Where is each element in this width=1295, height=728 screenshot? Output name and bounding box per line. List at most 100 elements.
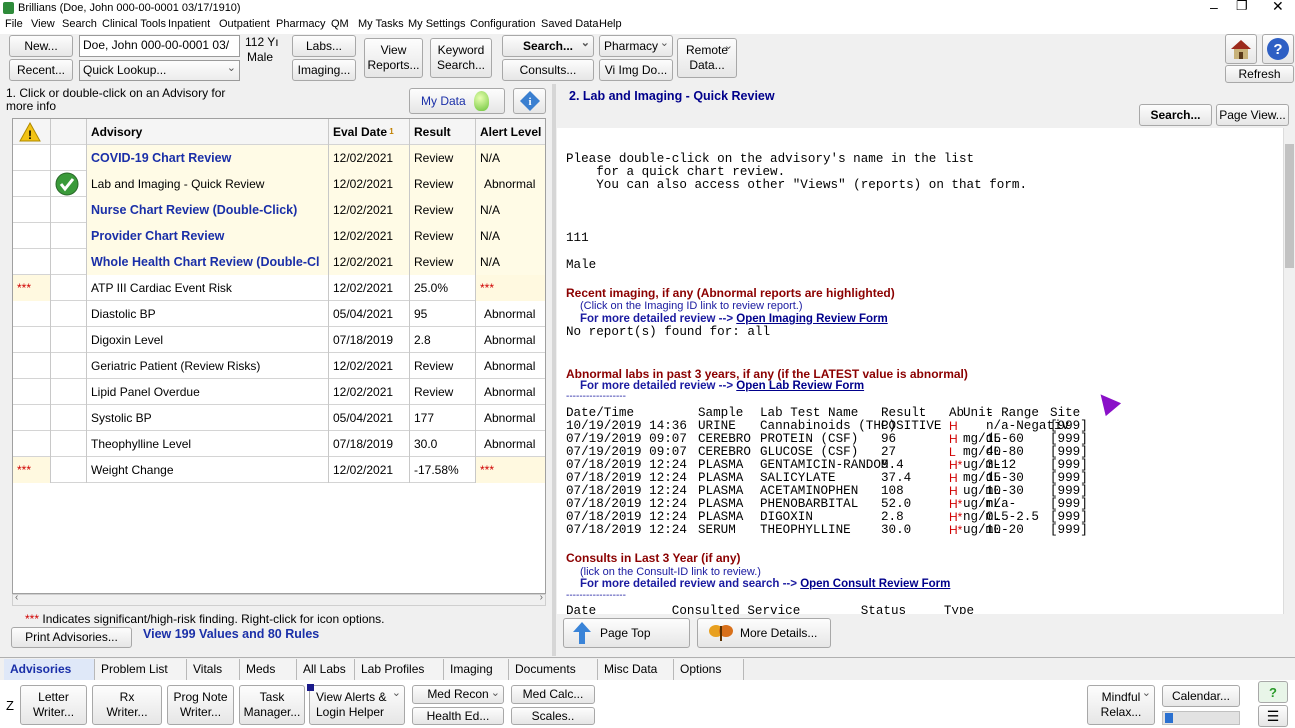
menu-view[interactable]: View — [31, 18, 55, 30]
scroll-left-icon[interactable]: ‹ — [15, 592, 18, 603]
scales-button[interactable]: Scales.. — [511, 707, 595, 725]
vertical-scrollbar[interactable] — [1283, 128, 1295, 614]
header-advisory[interactable]: Advisory — [87, 119, 329, 145]
green-help-icon[interactable]: ? — [1258, 681, 1288, 703]
more-details-button[interactable]: More Details... — [697, 618, 831, 648]
row-advisory-name[interactable]: Geriatric Patient (Review Risks) — [87, 353, 329, 379]
menu-my-settings[interactable]: My Settings — [408, 18, 465, 30]
list-menu-icon[interactable]: ☰ — [1258, 705, 1288, 727]
advisory-row[interactable]: Lab and Imaging - Quick Review 12/02/2021… — [13, 171, 545, 197]
menu-saved-data[interactable]: Saved Data — [541, 18, 598, 30]
header-result[interactable]: Result — [410, 119, 476, 145]
remote-data-button[interactable]: Remote Data... — [677, 38, 737, 78]
menu-search[interactable]: Search — [62, 18, 97, 30]
advisory-row[interactable]: Whole Health Chart Review (Double-Cl 12/0… — [13, 249, 545, 275]
slider-thumb[interactable] — [1165, 713, 1173, 723]
view-values-link[interactable]: View 199 Values and 80 Rules — [143, 627, 319, 641]
labs-button[interactable]: Labs... — [292, 35, 356, 57]
menu-qm[interactable]: QM — [331, 18, 349, 30]
pharmacy-dropdown[interactable]: Pharmacy — [599, 35, 673, 57]
recent-button[interactable]: Recent... — [9, 59, 73, 81]
row-advisory-name[interactable]: Whole Health Chart Review (Double-Cl — [87, 249, 329, 275]
open-imaging-review-link[interactable]: Open Imaging Review Form — [736, 313, 887, 325]
tab-meds[interactable]: Meds — [240, 659, 297, 680]
row-advisory-name[interactable]: COVID-19 Chart Review — [87, 145, 329, 171]
consults-button[interactable]: Consults... — [502, 59, 594, 81]
menu-outpatient[interactable]: Outpatient — [219, 18, 270, 30]
advisory-row[interactable]: Provider Chart Review 12/02/2021 Review N/A — [13, 223, 545, 249]
tab-vitals[interactable]: Vitals — [187, 659, 240, 680]
advisory-row[interactable]: Geriatric Patient (Review Risks) 12/02/20… — [13, 353, 545, 379]
horizontal-scrollbar[interactable]: ‹ › — [12, 592, 546, 606]
advisory-row[interactable]: *** Weight Change 12/02/2021 -17.58% *** — [13, 457, 545, 483]
open-consult-review-link[interactable]: Open Consult Review Form — [800, 578, 950, 590]
menu-help[interactable]: Help — [599, 18, 622, 30]
rx-writer-button[interactable]: Rx Writer... — [92, 685, 162, 725]
keyword-search-button[interactable]: Keyword Search... — [430, 38, 492, 78]
scrollbar-thumb[interactable] — [1285, 144, 1294, 268]
row-advisory-name[interactable]: Weight Change — [87, 457, 329, 483]
row-advisory-name[interactable]: Lab and Imaging - Quick Review — [87, 171, 329, 197]
row-advisory-name[interactable]: Digoxin Level — [87, 327, 329, 353]
row-advisory-name[interactable]: ATP III Cardiac Event Risk — [87, 275, 329, 301]
letter-writer-button[interactable]: Letter Writer... — [20, 685, 87, 725]
menu-inpatient[interactable]: Inpatient — [168, 18, 210, 30]
calendar-button[interactable]: Calendar... — [1162, 685, 1240, 707]
med-recon-dropdown[interactable]: Med Recon — [412, 685, 504, 704]
health-ed-button[interactable]: Health Ed... — [412, 707, 504, 725]
quick-lookup-dropdown[interactable]: Quick Lookup... — [79, 60, 240, 81]
med-calc-button[interactable]: Med Calc... — [511, 685, 595, 704]
view-reports-button[interactable]: View Reports... — [364, 38, 423, 78]
menu-clinical-tools[interactable]: Clinical Tools — [102, 18, 166, 30]
tab-problem-list[interactable]: Problem List — [95, 659, 187, 680]
help-icon[interactable]: ? — [1262, 34, 1294, 64]
refresh-button[interactable]: Refresh — [1225, 65, 1294, 83]
task-manager-button[interactable]: Task Manager... — [239, 685, 305, 725]
row-advisory-name[interactable]: Nurse Chart Review (Double-Click) — [87, 197, 329, 223]
advisory-row[interactable]: Diastolic BP 05/04/2021 95 Abnormal — [13, 301, 545, 327]
advisory-row[interactable]: Lipid Panel Overdue 12/02/2021 Review Abnor… — [13, 379, 545, 405]
new-button[interactable]: New... — [9, 35, 73, 57]
page-top-button[interactable]: Page Top — [563, 618, 690, 648]
tab-all-labs[interactable]: All Labs — [297, 659, 355, 680]
tab-imaging[interactable]: Imaging — [444, 659, 509, 680]
tab-options[interactable]: Options — [674, 659, 744, 680]
advisory-row[interactable]: *** ATP III Cardiac Event Risk 12/02/2021 2… — [13, 275, 545, 301]
print-advisories-button[interactable]: Print Advisories... — [11, 627, 132, 648]
header-eval-date[interactable]: Eval Date 1 — [329, 119, 410, 145]
volume-slider[interactable] — [1162, 711, 1240, 725]
scroll-right-icon[interactable]: › — [540, 592, 543, 603]
minimize-icon[interactable]: – — [1210, 0, 1218, 15]
prog-note-writer-button[interactable]: Prog Note Writer... — [167, 685, 234, 725]
home-icon[interactable] — [1225, 34, 1257, 64]
open-lab-review-link[interactable]: Open Lab Review Form — [736, 380, 864, 392]
row-advisory-name[interactable]: Provider Chart Review — [87, 223, 329, 249]
advisory-row[interactable]: Theophylline Level 07/18/2019 30.0 Abnormal — [13, 431, 545, 457]
menu-configuration[interactable]: Configuration — [470, 18, 535, 30]
menu-pharmacy[interactable]: Pharmacy — [276, 18, 326, 30]
close-icon[interactable]: ✕ — [1272, 0, 1284, 15]
advisory-row[interactable]: Nurse Chart Review (Double-Click) 12/02/2… — [13, 197, 545, 223]
view-alerts-button[interactable]: View Alerts & Login Helper — [309, 685, 405, 725]
row-advisory-name[interactable]: Diastolic BP — [87, 301, 329, 327]
search-dropdown[interactable]: Search... — [502, 35, 594, 57]
row-advisory-name[interactable]: Systolic BP — [87, 405, 329, 431]
my-data-button[interactable]: My Data — [409, 88, 505, 114]
row-advisory-name[interactable]: Lipid Panel Overdue — [87, 379, 329, 405]
vi-img-button[interactable]: Vi Img Do... — [599, 59, 673, 81]
tab-advisories[interactable]: Advisories — [4, 659, 95, 680]
imaging-button[interactable]: Imaging... — [292, 59, 356, 81]
tab-misc-data[interactable]: Misc Data — [598, 659, 674, 680]
mindful-relax-button[interactable]: Mindful Relax... — [1087, 685, 1155, 725]
advisory-row[interactable]: Systolic BP 05/04/2021 177 Abnormal — [13, 405, 545, 431]
advisory-row[interactable]: Digoxin Level 07/18/2019 2.8 Abnormal — [13, 327, 545, 353]
advisory-row[interactable]: COVID-19 Chart Review 12/02/2021 Review N/A — [13, 145, 545, 171]
row-advisory-name[interactable]: Theophylline Level — [87, 431, 329, 457]
restore-icon[interactable]: ❐ — [1236, 0, 1248, 14]
menu-file[interactable]: File — [5, 18, 23, 30]
patient-field[interactable]: Doe, John 000-00-0001 03/ — [79, 35, 240, 57]
menu-my-tasks[interactable]: My Tasks — [358, 18, 404, 30]
tab-documents[interactable]: Documents — [509, 659, 598, 680]
header-alert-level[interactable]: Alert Level — [476, 119, 545, 145]
info-icon[interactable]: i — [513, 88, 546, 114]
